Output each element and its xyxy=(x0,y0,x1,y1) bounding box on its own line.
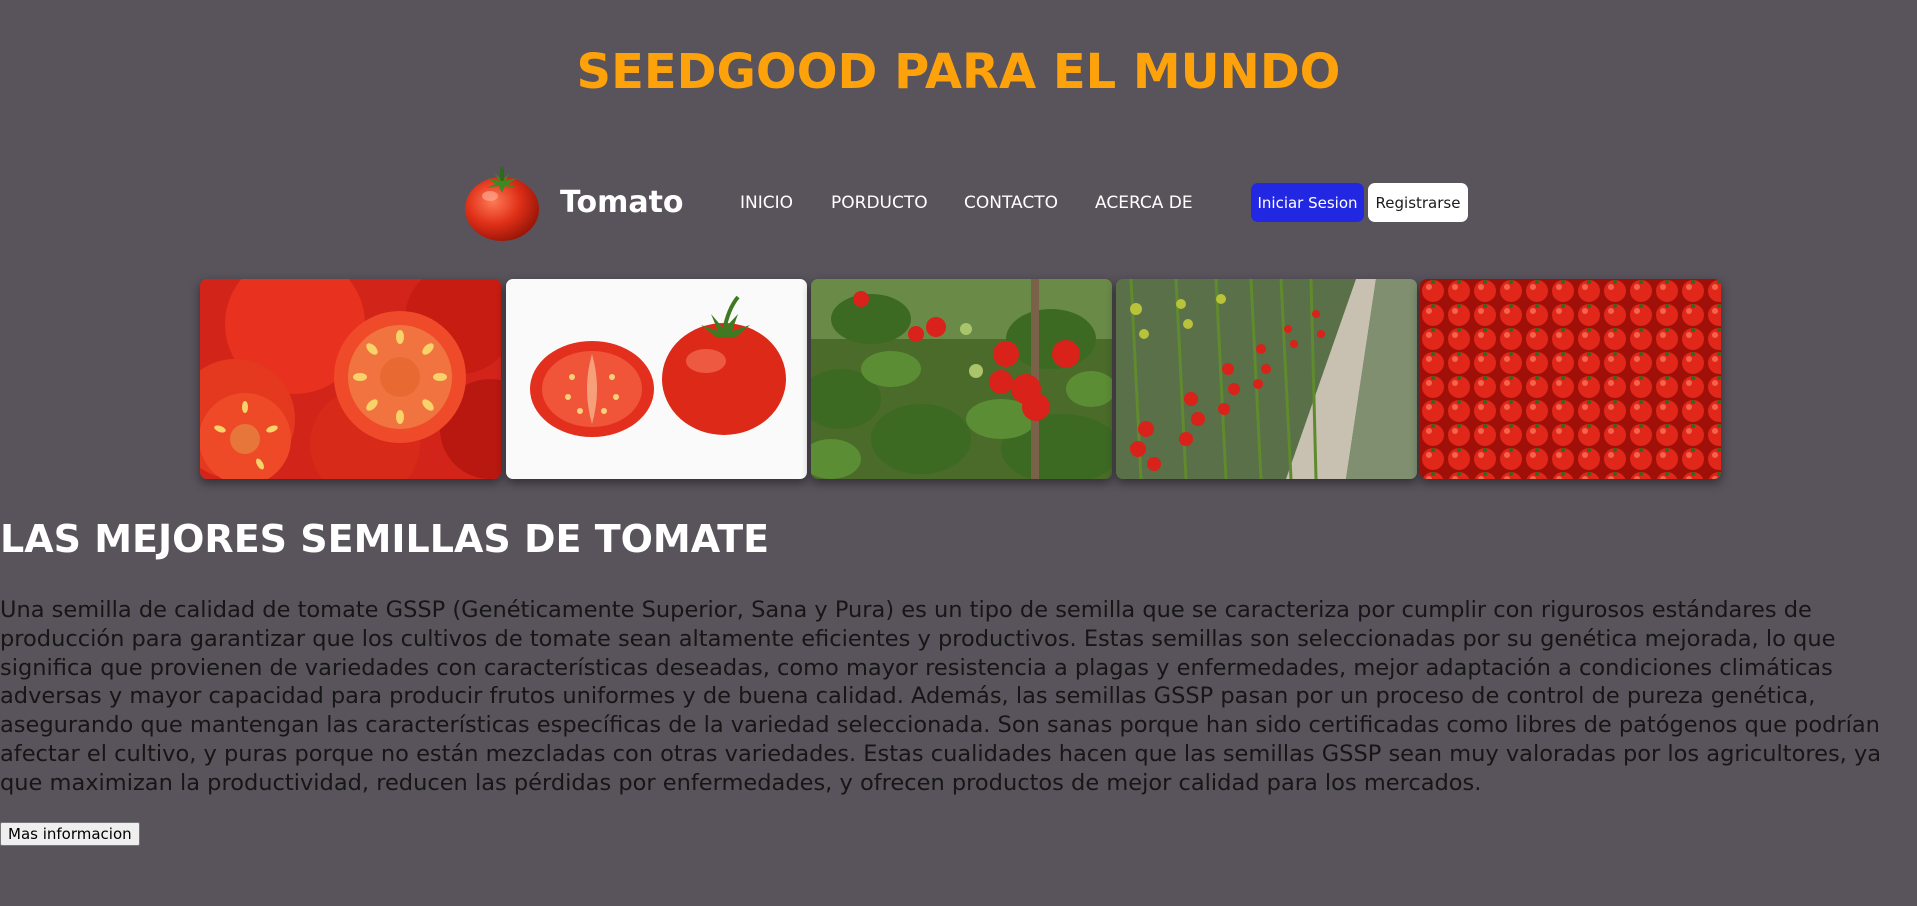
gallery-image-tomato-cut-whole xyxy=(506,279,807,479)
brand-name[interactable]: Tomato xyxy=(560,184,684,222)
register-button[interactable]: Registrarse xyxy=(1368,183,1468,222)
nav-link-producto[interactable]: PORDUCTO xyxy=(831,192,928,214)
gallery-image-cherry-tomatoes xyxy=(1420,279,1721,479)
tomato-icon[interactable] xyxy=(463,164,541,242)
gallery-image-tomato-plant xyxy=(811,279,1112,479)
image-gallery xyxy=(200,279,1721,479)
nav-link-acerca-de[interactable]: ACERCA DE xyxy=(1095,192,1193,214)
nav-link-contacto[interactable]: CONTACTO xyxy=(964,192,1058,214)
gallery-image-tomato-halves xyxy=(200,279,501,479)
site-title: SEEDGOOD PARA EL MUNDO xyxy=(576,44,1341,100)
navbar: Tomato INICIO PORDUCTO CONTACTO ACERCA D… xyxy=(463,164,1473,244)
section-heading: LAS MEJORES SEMILLAS DE TOMATE xyxy=(0,517,770,561)
gallery-image-greenhouse xyxy=(1116,279,1417,479)
more-info-button[interactable]: Mas informacion xyxy=(0,822,140,846)
login-button[interactable]: Iniciar Sesion xyxy=(1251,183,1364,222)
nav-link-inicio[interactable]: INICIO xyxy=(740,192,793,214)
description-text: Una semilla de calidad de tomate GSSP (G… xyxy=(0,597,1882,796)
